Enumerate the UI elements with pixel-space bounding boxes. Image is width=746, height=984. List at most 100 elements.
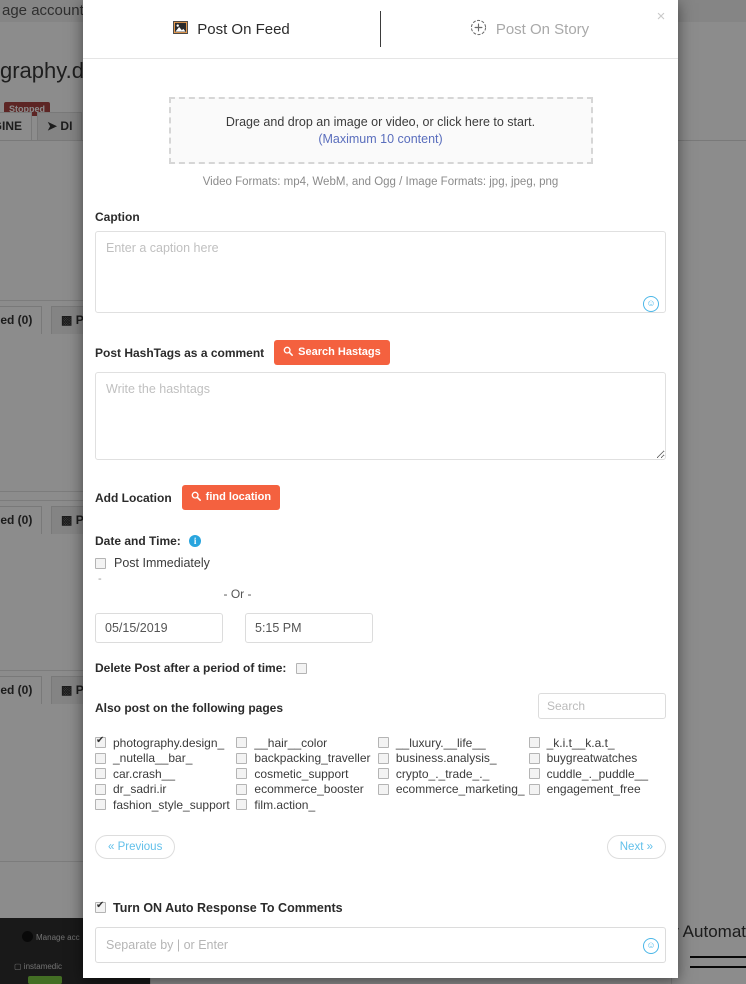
modal-body: Drage and drop an image or video, or cli… [83,97,678,978]
page-label: crypto_._trade_._ [395,766,490,781]
page-item[interactable]: ecommerce_booster [236,782,373,798]
next-page-button[interactable]: Next » [606,834,666,859]
page-item[interactable]: ecommerce_marketing_ [377,782,525,798]
page-checkbox[interactable] [236,768,248,780]
location-row: Add Location find location [95,485,666,510]
page-item[interactable]: backpacking_traveller [236,751,373,767]
page-label: backpacking_traveller [254,751,371,766]
page-item[interactable]: crypto_._trade_._ [377,766,525,782]
page-label: engagement_free [546,782,641,797]
page-checkbox[interactable] [95,752,106,764]
auto-response-checkbox[interactable] [95,900,106,913]
post-immediately-checkbox[interactable] [95,557,106,569]
page-item[interactable]: __luxury.__life__ [377,735,525,751]
page-item[interactable]: cuddle_._puddle__ [528,766,666,782]
page-checkbox[interactable] [95,783,106,795]
page-label: cuddle_._puddle__ [546,766,648,781]
tab-post-on-feed-label: Post On Feed [197,20,290,38]
page-item[interactable]: business.analysis_ [377,751,525,767]
page-label: ecommerce_marketing_ [395,782,525,797]
previous-page-button[interactable]: « Previous [95,834,176,859]
post-immediately-label: Post Immediately [114,556,210,570]
page-checkbox[interactable] [95,735,106,749]
search-hashtags-button[interactable]: Search Hastags [274,340,390,365]
page-checkbox[interactable] [528,737,540,749]
auto-response-row[interactable]: Turn ON Auto Response To Comments [95,900,666,915]
page-item[interactable]: _k.i.t__k.a.t_ [528,735,666,751]
pages-column-2: __hair__color backpacking_traveller cosm… [236,735,373,813]
page-checkbox[interactable] [236,737,248,749]
image-icon [173,20,189,38]
time-input[interactable] [245,613,373,643]
page-item[interactable]: _nutella__bar_ [95,751,232,767]
date-time-inputs [95,613,666,643]
tab-post-on-story-label: Post On Story [495,20,590,38]
page-checkbox[interactable] [236,752,248,764]
find-location-button-label: find location [205,491,272,503]
page-checkbox[interactable] [377,752,389,764]
dropzone-max-content-text: (Maximum 10 content) [318,132,443,146]
pages-column-3: __luxury.__life__ business.analysis_ cry… [377,735,525,813]
media-dropzone[interactable]: Drage and drop an image or video, or cli… [168,97,593,164]
plus-circle-icon [470,19,487,40]
add-location-label: Add Location [95,490,172,505]
page-label: _k.i.t__k.a.t_ [546,735,615,750]
pages-column-1: photography.design_ _nutella__bar_ car.c… [95,735,232,813]
hashtags-label: Post HashTags as a comment [95,345,265,360]
page-checkbox[interactable] [95,799,106,811]
post-immediately-row[interactable]: Post Immediately [95,556,666,570]
emoji-picker-icon[interactable]: ☺ [643,296,659,312]
auto-response-wrap: ☺ [95,926,666,963]
page-label: __hair__color [254,735,328,750]
date-input[interactable] [95,613,223,643]
caption-input[interactable] [95,231,666,313]
page-item[interactable]: photography.design_ [95,735,232,751]
page-item[interactable]: buygreatwatches [528,751,666,767]
caption-wrap: ☺ [95,231,666,318]
page-item[interactable]: __hair__color [236,735,373,751]
page-item[interactable]: dr_sadri.ir [95,782,232,798]
page-checkbox[interactable] [528,783,540,795]
page-item[interactable]: engagement_free [528,782,666,798]
page-checkbox[interactable] [95,768,106,780]
page-label: dr_sadri.ir [113,782,167,797]
page-item[interactable]: car.crash__ [95,766,232,782]
pages-pagination: « Previous Next » [95,834,666,859]
pages-search-input[interactable] [538,693,666,719]
auto-response-input[interactable] [95,926,666,963]
page-checkbox[interactable] [377,768,389,780]
page-label: car.crash__ [113,766,176,781]
pages-grid: photography.design_ _nutella__bar_ car.c… [95,735,666,813]
page-checkbox[interactable] [236,799,248,811]
date-time-label: Date and Time: [95,534,181,548]
page-checkbox[interactable] [377,737,389,749]
page-item[interactable]: film.action_ [236,797,373,813]
date-time-section: Date and Time: i [95,534,666,548]
info-icon[interactable]: i [189,535,202,547]
hashtags-wrap [95,372,666,465]
emoji-picker-icon[interactable]: ☺ [643,937,659,954]
tab-post-on-feed[interactable]: Post On Feed [83,0,380,58]
tab-post-on-story[interactable]: Post On Story [381,0,678,58]
page-label: fashion_style_support [113,797,230,812]
search-icon [191,491,201,504]
delete-post-checkbox[interactable] [296,662,308,674]
page-label: __luxury.__life__ [395,735,486,750]
hashtags-input[interactable] [95,372,666,460]
find-location-button[interactable]: find location [181,485,281,510]
page-item[interactable]: fashion_style_support [95,797,232,813]
page-checkbox[interactable] [236,783,248,795]
page-checkbox[interactable] [528,768,540,780]
pages-column-4: _k.i.t__k.a.t_ buygreatwatches cuddle_._… [528,735,666,813]
supported-formats-text: Video Formats: mp4, WebM, and Ogg / Imag… [202,176,559,188]
delete-post-row[interactable]: Delete Post after a period of time: [95,661,666,675]
search-icon [283,346,294,359]
page-item[interactable]: cosmetic_support [236,766,373,782]
page-label: business.analysis_ [395,751,497,766]
page-label: buygreatwatches [546,751,638,766]
page-checkbox[interactable] [528,752,540,764]
close-icon[interactable]: × [653,9,669,25]
auto-response-label: Turn ON Auto Response To Comments [113,900,343,915]
page-checkbox[interactable] [377,783,389,795]
delete-post-label: Delete Post after a period of time: [95,661,287,675]
